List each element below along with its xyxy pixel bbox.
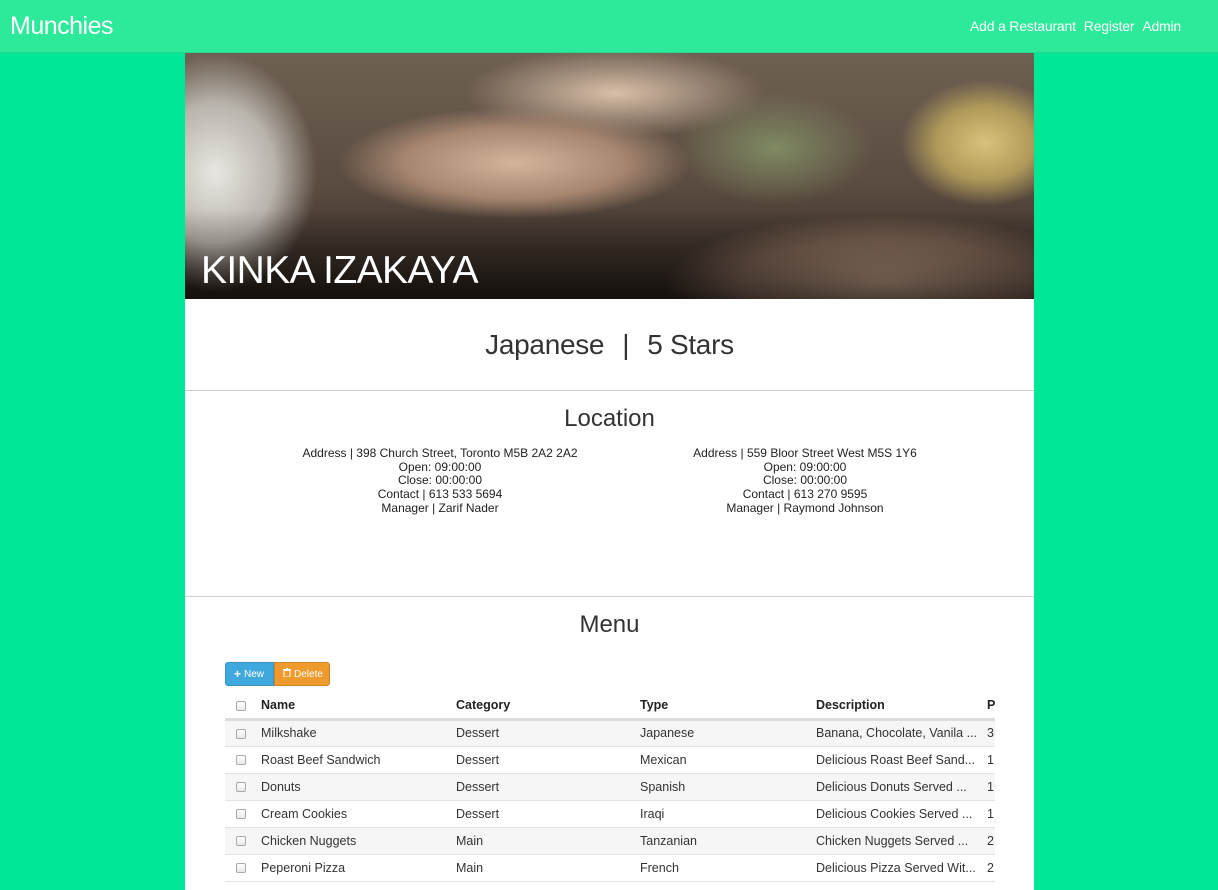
nav-links: Add a Restaurant Register Admin <box>970 18 1181 34</box>
branch-close: Close: 00:00:00 <box>762 473 848 488</box>
cell-description: Delicious Donuts Served ... <box>812 773 983 801</box>
menu-table-container: Name Category Type Description P Milksha… <box>225 693 995 882</box>
cell-price: 1 <box>983 773 995 801</box>
menu-section: Menu + New Delete Name Category Type Des… <box>185 597 1034 890</box>
delete-button-label: Delete <box>294 668 323 680</box>
cell-price: 2 <box>983 854 995 882</box>
restaurant-page: KINKA IZAKAYA Japanese | 5 Stars Locatio… <box>185 53 1034 890</box>
cell-category: Dessert <box>452 773 636 801</box>
restaurant-summary: Japanese | 5 Stars <box>185 299 1034 391</box>
cuisine-label: Japanese <box>485 328 605 360</box>
branch-card: Address | 559 Bloor Street West M5S 1Y6 … <box>645 446 965 516</box>
cell-name: Chicken Nuggets <box>257 827 452 855</box>
row-checkbox[interactable] <box>236 728 246 739</box>
cell-description: Delicious Cookies Served ... <box>812 800 983 828</box>
table-row[interactable]: Donuts Dessert Spanish Delicious Donuts … <box>225 773 995 801</box>
menu-toolbar: + New Delete <box>225 662 330 686</box>
branch-address: Address | 559 Bloor Street West M5S 1Y6 <box>693 446 917 460</box>
cell-type: Tanzanian <box>636 827 812 855</box>
cell-category: Main <box>452 827 636 855</box>
nav-admin-link[interactable]: Admin <box>1142 18 1181 34</box>
rating-label: 5 Stars <box>647 328 734 360</box>
nav-add-restaurant-link[interactable]: Add a Restaurant <box>970 18 1076 34</box>
cell-category: Dessert <box>452 800 636 828</box>
branch-card: Address | 398 Church Street, Toronto M5B… <box>265 446 615 516</box>
row-checkbox[interactable] <box>236 836 246 847</box>
new-item-button[interactable]: + New <box>225 662 274 686</box>
branch-open: Open: 09:00:00 <box>763 459 847 474</box>
table-row[interactable]: Roast Beef Sandwich Dessert Mexican Deli… <box>225 746 995 774</box>
row-select-cell <box>225 719 257 747</box>
cell-description: Banana, Chocolate, Vanila ... <box>812 719 983 747</box>
row-checkbox[interactable] <box>236 755 246 766</box>
select-all-header <box>225 693 257 721</box>
row-select-cell <box>225 773 257 801</box>
cell-price: 1 <box>983 746 995 774</box>
table-header-row: Name Category Type Description P <box>225 693 995 721</box>
row-select-cell <box>225 827 257 855</box>
plus-icon: + <box>234 667 242 681</box>
column-header-name[interactable]: Name <box>257 693 452 721</box>
cell-type: Mexican <box>636 746 812 774</box>
table-row[interactable]: Milkshake Dessert Japanese Banana, Choco… <box>225 719 995 747</box>
brand-logo[interactable]: Munchies <box>10 12 114 41</box>
cell-name: Roast Beef Sandwich <box>257 746 452 774</box>
top-navbar: Munchies Add a Restaurant Register Admin <box>0 0 1218 53</box>
summary-separator: | <box>622 328 630 360</box>
delete-item-button[interactable]: Delete <box>274 662 330 686</box>
cell-name: Donuts <box>257 773 452 801</box>
branch-manager: Manager | Raymond Johnson <box>726 500 884 515</box>
cell-category: Dessert <box>452 746 636 774</box>
cell-type: Japanese <box>636 719 812 747</box>
new-button-label: New <box>244 668 265 680</box>
trash-icon <box>283 668 291 680</box>
table-row[interactable]: Peperoni Pizza Main French Delicious Piz… <box>225 854 995 882</box>
column-header-description[interactable]: Description <box>812 693 983 721</box>
location-section: Location Address | 398 Church Street, To… <box>185 391 1034 597</box>
cell-price: 1 <box>983 800 995 828</box>
cell-type: French <box>636 854 812 882</box>
branch-close: Close: 00:00:00 <box>397 473 483 488</box>
column-header-type[interactable]: Type <box>636 693 812 721</box>
restaurant-name: KINKA IZAKAYA <box>201 249 478 292</box>
menu-table: Name Category Type Description P Milksha… <box>225 693 995 882</box>
cell-name: Peperoni Pizza <box>257 854 452 882</box>
cell-price: 2 <box>983 827 995 855</box>
row-select-cell <box>225 854 257 882</box>
column-header-category[interactable]: Category <box>452 693 636 721</box>
cell-type: Spanish <box>636 773 812 801</box>
location-heading: Location <box>564 405 655 432</box>
cell-name: Cream Cookies <box>257 800 452 828</box>
cell-category: Dessert <box>452 719 636 747</box>
cell-description: Chicken Nuggets Served ... <box>812 827 983 855</box>
branch-contact: Contact | 613 533 5694 <box>377 487 503 502</box>
branch-open: Open: 09:00:00 <box>398 459 482 474</box>
cell-name: Milkshake <box>257 719 452 747</box>
nav-register-link[interactable]: Register <box>1084 18 1135 34</box>
cell-category: Main <box>452 854 636 882</box>
branch-manager: Manager | Zarif Nader <box>381 500 499 515</box>
row-checkbox[interactable] <box>236 809 246 820</box>
row-select-cell <box>225 746 257 774</box>
branch-address: Address | 398 Church Street, Toronto M5B… <box>302 446 578 460</box>
select-all-checkbox[interactable] <box>236 700 246 711</box>
hero-banner-image: KINKA IZAKAYA <box>185 53 1034 299</box>
cell-type: Iraqi <box>636 800 812 828</box>
cell-description: Delicious Pizza Served Wit... <box>812 854 983 882</box>
row-checkbox[interactable] <box>236 782 246 793</box>
menu-heading: Menu <box>579 611 640 638</box>
row-checkbox[interactable] <box>236 863 246 874</box>
cell-description: Delicious Roast Beef Sand... <box>812 746 983 774</box>
branch-contact: Contact | 613 270 9595 <box>742 487 868 502</box>
column-header-price[interactable]: P <box>983 693 995 721</box>
table-row[interactable]: Chicken Nuggets Main Tanzanian Chicken N… <box>225 827 995 855</box>
cell-price: 3 <box>983 719 995 747</box>
table-row[interactable]: Cream Cookies Dessert Iraqi Delicious Co… <box>225 800 995 828</box>
row-select-cell <box>225 800 257 828</box>
